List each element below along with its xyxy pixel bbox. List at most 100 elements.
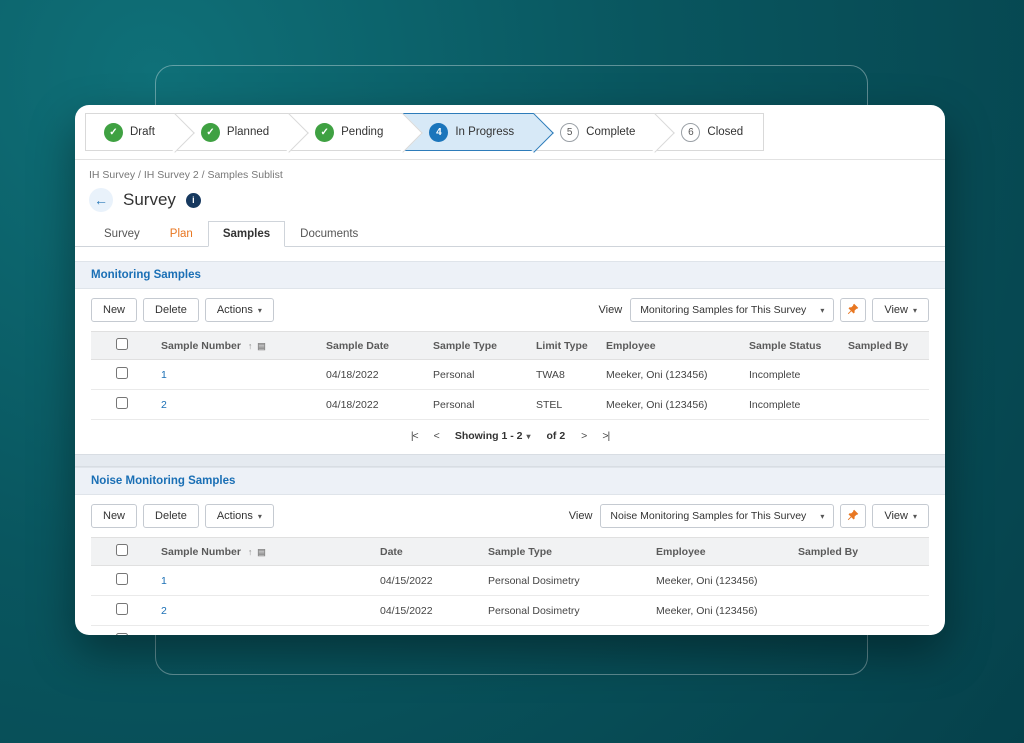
delete-button[interactable]: Delete <box>143 298 199 322</box>
col-sample-type[interactable]: Sample Type <box>425 331 528 360</box>
new-button[interactable]: New <box>91 504 138 528</box>
noise-toolbar: New Delete Actions ▾ View Noise Monitori… <box>75 495 945 537</box>
cell-sampled-by <box>840 359 929 390</box>
col-limit-type[interactable]: Limit Type <box>528 331 598 360</box>
next-page-icon[interactable]: > <box>581 430 587 442</box>
tab-documents[interactable]: Documents <box>285 221 373 247</box>
row-checkbox[interactable] <box>116 397 128 409</box>
back-arrow-icon: ← <box>94 192 108 208</box>
col-sampled-by[interactable]: Sampled By <box>840 331 929 360</box>
pin-view-button[interactable] <box>840 298 867 322</box>
view-menu-label: View <box>884 304 908 316</box>
actions-button[interactable]: Actions ▾ <box>204 298 274 322</box>
col-date[interactable]: Date <box>372 537 480 566</box>
total-pages-label: of 2 <box>546 430 566 442</box>
table-row: 1 04/15/2022 Personal Dosimetry Meeker, … <box>91 565 929 596</box>
monitoring-samples-table: Sample Number ↑ ▤ Sample Date Sample Typ… <box>91 331 929 420</box>
table-row: 3 04/15/2022 Area Dosimetry <box>91 625 929 636</box>
chevron-down-icon: ▾ <box>257 305 262 315</box>
breadcrumb[interactable]: IH Survey / IH Survey 2 / Samples Sublis… <box>75 160 945 183</box>
pagination: |< < Showing 1 - 2 ▾ of 2 > >| <box>75 420 945 454</box>
step-number-badge: 6 <box>681 122 701 142</box>
step-label: Draft <box>130 126 155 138</box>
view-select[interactable]: Monitoring Samples for This Survey ▾ <box>630 298 835 322</box>
chevron-down-icon: ▾ <box>526 431 531 441</box>
view-menu-label: View <box>884 510 908 522</box>
cell-sample-type: Personal Dosimetry <box>480 565 648 596</box>
new-button[interactable]: New <box>91 298 138 322</box>
monitoring-toolbar: New Delete Actions ▾ View Monitoring Sam… <box>75 289 945 331</box>
cell-sample-date: 04/18/2022 <box>318 359 425 390</box>
chevron-down-icon: ▾ <box>912 511 917 521</box>
col-sampled-by[interactable]: Sampled By <box>790 537 929 566</box>
section-divider <box>75 454 945 467</box>
cell-employee: Meeker, Oni (123456) <box>598 389 741 420</box>
page-title: Survey <box>123 190 176 209</box>
sort-asc-icon[interactable]: ↑ <box>248 547 253 557</box>
sample-number-link[interactable]: 2 <box>161 605 167 617</box>
main-window: ✓ Draft ✓ Planned ✓ Pending 4 In Progres… <box>75 105 945 635</box>
table-row: 2 04/18/2022 Personal STEL Meeker, Oni (… <box>91 389 929 420</box>
chevron-down-icon: ▾ <box>912 305 917 315</box>
view-select[interactable]: Noise Monitoring Samples for This Survey… <box>600 504 835 528</box>
view-menu-button[interactable]: View ▾ <box>872 504 929 528</box>
row-checkbox[interactable] <box>116 367 128 379</box>
col-employee[interactable]: Employee <box>598 331 741 360</box>
sample-number-link[interactable]: 3 <box>161 635 167 636</box>
view-select-value: Noise Monitoring Samples for This Survey <box>610 510 807 522</box>
sample-number-link[interactable]: 1 <box>161 575 167 587</box>
step-label: In Progress <box>455 126 515 138</box>
tab-samples[interactable]: Samples <box>207 221 286 247</box>
view-menu-button[interactable]: View ▾ <box>872 298 929 322</box>
last-page-icon[interactable]: >| <box>602 430 610 442</box>
tab-survey[interactable]: Survey <box>89 221 155 247</box>
step-label: Complete <box>586 126 636 138</box>
step-label: Closed <box>707 126 744 138</box>
info-icon[interactable]: i <box>185 192 201 208</box>
sample-number-link[interactable]: 1 <box>161 369 167 381</box>
back-button[interactable]: ← <box>89 188 113 212</box>
cell-date: 04/15/2022 <box>372 595 480 626</box>
sort-asc-icon[interactable]: ↑ <box>248 341 253 351</box>
select-all-checkbox[interactable] <box>116 338 128 350</box>
row-checkbox[interactable] <box>116 573 128 585</box>
cell-sample-type: Personal <box>425 389 528 420</box>
noise-samples-table: Sample Number ↑ ▤ Date Sample Type Emplo… <box>91 537 929 635</box>
first-page-icon[interactable]: |< <box>411 430 419 442</box>
row-checkbox[interactable] <box>116 633 128 635</box>
cell-sampled-by <box>790 625 929 635</box>
row-checkbox[interactable] <box>116 603 128 615</box>
actions-label: Actions <box>216 510 253 522</box>
col-label: Sample Number <box>161 339 241 352</box>
monitoring-section-title: Monitoring Samples <box>75 261 945 289</box>
cell-sample-type: Personal <box>425 359 528 390</box>
step-draft[interactable]: ✓ Draft <box>85 113 175 151</box>
check-icon: ✓ <box>200 122 220 142</box>
cell-sample-status: Incomplete <box>741 389 840 420</box>
col-sample-status[interactable]: Sample Status <box>741 331 840 360</box>
step-in-progress[interactable]: 4 In Progress <box>403 113 535 151</box>
showing-range-dropdown[interactable]: Showing 1 - 2 ▾ <box>455 430 531 442</box>
actions-button[interactable]: Actions ▾ <box>204 504 274 528</box>
actions-label: Actions <box>216 304 253 316</box>
select-all-checkbox[interactable] <box>116 544 128 556</box>
chevron-down-icon: ▾ <box>257 511 262 521</box>
step-number-badge: 4 <box>429 122 449 142</box>
col-sample-number[interactable]: Sample Number ↑ ▤ <box>153 331 318 360</box>
pin-view-button[interactable] <box>840 504 867 528</box>
column-menu-icon[interactable]: ▤ <box>257 547 266 557</box>
view-select-value: Monitoring Samples for This Survey <box>640 304 807 316</box>
sample-number-link[interactable]: 2 <box>161 399 167 411</box>
col-sample-number[interactable]: Sample Number ↑ ▤ <box>153 537 372 566</box>
col-sample-date[interactable]: Sample Date <box>318 331 425 360</box>
prev-page-icon[interactable]: < <box>434 430 440 442</box>
col-employee[interactable]: Employee <box>648 537 790 566</box>
check-icon: ✓ <box>315 122 335 142</box>
column-menu-icon[interactable]: ▤ <box>257 341 266 351</box>
tab-bar: Survey Plan Samples Documents <box>75 221 945 247</box>
tab-plan[interactable]: Plan <box>155 221 208 247</box>
col-label: Sample Number <box>161 545 241 558</box>
col-sample-type[interactable]: Sample Type <box>480 537 648 566</box>
step-label: Pending <box>341 126 384 138</box>
delete-button[interactable]: Delete <box>143 504 199 528</box>
